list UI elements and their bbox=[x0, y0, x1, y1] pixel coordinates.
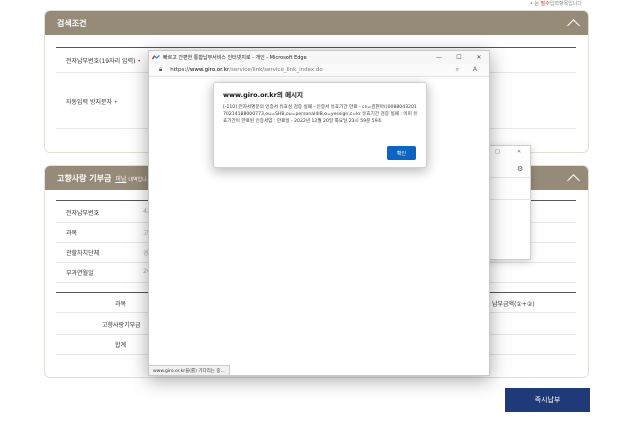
detail-row-label: 관할자치단체 bbox=[66, 250, 100, 257]
detail-row-label: 부과연월일 bbox=[66, 270, 94, 277]
alert-dialog: www.giro.or.kr의 메시지 [-110] 전자서명문의 인증서 유효… bbox=[213, 82, 427, 168]
search-panel-title: 검색조건 bbox=[57, 18, 87, 28]
required-mark: • bbox=[529, 1, 533, 7]
captcha-label: 자동입력 방지문자 • bbox=[66, 99, 118, 106]
divider bbox=[56, 47, 576, 48]
close-icon[interactable]: ✕ bbox=[517, 149, 521, 155]
address-bar[interactable]: 🔒︎ https://www.giro.or.kr/service/link/s… bbox=[149, 64, 489, 77]
payment-number-label: 전자납부번호(19자리 입력) • bbox=[66, 58, 141, 65]
address-bar-icons[interactable]: ⌕ A bbox=[456, 66, 483, 74]
search-panel-header[interactable]: 검색조건 bbox=[45, 11, 588, 35]
page: • 는 필수입력항목입니다 검색조건 전자납부번호(19자리 입력) • 자동입… bbox=[0, 0, 640, 431]
ok-button[interactable]: 확인 bbox=[387, 146, 416, 160]
required-note: • 는 필수입력항목입니다 bbox=[529, 1, 582, 7]
window-title: 빠르고 간편한 통합납부서비스 인터넷지로 - 개인 - Microsoft E… bbox=[163, 55, 307, 61]
detail-panel-title: 고향사랑 기부금 미납 내역입니 bbox=[57, 173, 147, 183]
divider bbox=[487, 177, 531, 178]
status-bar: www.giro.or.kr을(를) 기다리는 중... bbox=[149, 365, 230, 375]
background-window[interactable]: □ ✕ ⚙ bbox=[486, 145, 531, 260]
table-row-label: 합계 bbox=[115, 342, 127, 349]
minimize-icon[interactable]: — bbox=[429, 54, 449, 61]
detail-row-label: 과목 bbox=[66, 230, 78, 237]
alert-title: www.giro.or.kr의 메시지 bbox=[223, 91, 304, 99]
table-row-label: 고향사랑기부금 bbox=[102, 322, 141, 329]
edge-logo-icon bbox=[152, 54, 160, 59]
table-header-amount: 납부금액(①+②) bbox=[492, 301, 535, 308]
chevron-up-icon[interactable] bbox=[567, 18, 580, 32]
divider bbox=[487, 199, 531, 200]
chevron-up-icon[interactable] bbox=[567, 173, 580, 187]
gear-icon[interactable]: ⚙ bbox=[517, 165, 523, 173]
minimize-icon[interactable]: □ bbox=[495, 149, 500, 155]
alert-message: [-110] 전자서명문의 인증서 유효성 검증 실패 - 인증서 유효기간 만… bbox=[223, 105, 418, 124]
maximize-icon[interactable]: ☐ bbox=[449, 54, 469, 61]
edge-title-bar[interactable]: 빠르고 간편한 통합납부서비스 인터넷지로 - 개인 - Microsoft E… bbox=[149, 51, 489, 64]
window-controls: — ☐ ✕ bbox=[429, 54, 489, 61]
close-icon[interactable]: ✕ bbox=[469, 54, 489, 61]
lock-icon[interactable]: 🔒︎ bbox=[159, 66, 162, 74]
pay-now-button[interactable]: 즉시납부 bbox=[505, 388, 590, 412]
table-header-subject: 과목 bbox=[115, 301, 127, 308]
detail-row-label: 전자납부번호 bbox=[66, 210, 100, 217]
